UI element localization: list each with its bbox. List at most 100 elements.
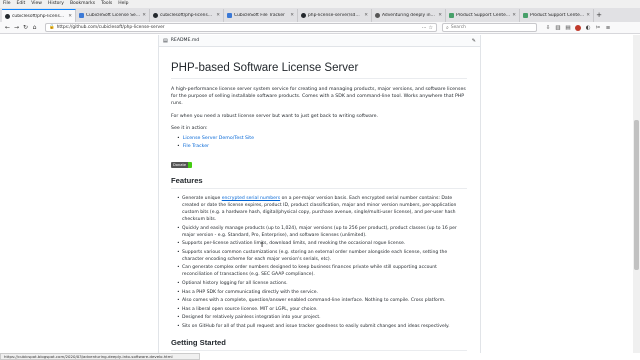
forward-icon[interactable]: → xyxy=(12,24,21,31)
see-it-label: See it in action: xyxy=(171,125,208,131)
feature-item: Has a PHP SDK for communicating directly… xyxy=(177,289,467,296)
demo-links: License Server Demo/Test Site File Track… xyxy=(177,135,467,151)
feature-item: Generate unique encrypted serial numbers… xyxy=(177,195,467,223)
link-demo-site[interactable]: License Server Demo/Test Site xyxy=(177,135,467,143)
downloads-icon[interactable]: ⇩ xyxy=(543,25,553,31)
menu-bar: File Edit View History Bookmarks Tools H… xyxy=(0,0,640,8)
close-icon[interactable]: ✕ xyxy=(586,13,590,18)
page-title: PHP-based Software License Server xyxy=(171,62,467,79)
menu-icon[interactable]: ≡ xyxy=(603,25,613,31)
menu-history[interactable]: History xyxy=(48,0,64,8)
page-viewport: ▤ README.md ✎ PHP-based Software License… xyxy=(0,35,640,353)
search-placeholder: Search xyxy=(450,25,466,30)
readme-box: ▤ README.md ✎ PHP-based Software License… xyxy=(158,35,481,353)
sidebar-icon[interactable]: ▤ xyxy=(563,25,573,31)
intro-paragraph-2: For when you need a robust license serve… xyxy=(171,113,379,119)
feature-item: Supports per-license activation limits, … xyxy=(177,240,467,247)
scrollbar-thumb[interactable] xyxy=(634,120,639,270)
url-text[interactable]: https://github.com/cubiclesoft/php-licen… xyxy=(57,25,420,30)
tab-title: Product Support Center | Cub xyxy=(530,13,584,18)
edit-pencil-icon[interactable]: ✎ xyxy=(472,38,476,44)
url-bar[interactable]: 🔒 https://github.com/cubiclesoft/php-lic… xyxy=(45,23,437,32)
feature-item: Optional history logging for all license… xyxy=(177,280,467,287)
feature-item: Designed for relatively painless integra… xyxy=(177,314,467,321)
menu-file[interactable]: File xyxy=(3,0,11,8)
readme-header: ▤ README.md ✎ xyxy=(159,35,480,47)
search-bar[interactable]: ⌕ Search xyxy=(442,23,537,32)
site-icon xyxy=(79,13,84,18)
support-icon xyxy=(449,13,454,18)
back-icon[interactable]: ← xyxy=(3,24,12,31)
donate-badge-right xyxy=(188,162,193,169)
reader-icon[interactable]: ◐ xyxy=(583,25,593,31)
github-icon xyxy=(153,13,158,18)
feature-item: Also comes with a complete, question/ans… xyxy=(177,297,467,304)
tab-title: cubiclesoft/php-license-server-de xyxy=(160,13,215,18)
bookmark-star-icon[interactable]: ☆ xyxy=(429,25,433,31)
library-icon[interactable]: ▥ xyxy=(553,25,563,31)
tab-file-tracker[interactable]: CubicleSoft File Tracker ✕ xyxy=(224,9,298,22)
features-heading: Features xyxy=(171,176,467,190)
tab-product-support-2[interactable]: Product Support Center | Cub ✕ xyxy=(520,9,594,22)
menu-edit[interactable]: Edit xyxy=(17,0,26,8)
tab-php-license-server[interactable]: cubiclesoft/php-license-ser ✕ xyxy=(2,9,76,22)
menu-bookmarks[interactable]: Bookmarks xyxy=(70,0,95,8)
readme-filename: README.md xyxy=(170,38,200,43)
screenshot-icon[interactable]: ✂ xyxy=(593,25,603,31)
book-icon: ▤ xyxy=(163,37,168,44)
tab-title: php-license-server/sdk_licen xyxy=(308,13,362,18)
tab-product-support-1[interactable]: Product Support Center | Cub ✕ xyxy=(446,9,520,22)
tab-sdk-license[interactable]: php-license-server/sdk_licen ✕ xyxy=(298,9,372,22)
home-icon[interactable]: ⌂ xyxy=(30,24,39,31)
tab-license-server-demo-repo[interactable]: cubiclesoft/php-license-server-de ✕ xyxy=(150,9,224,22)
addon-icon[interactable] xyxy=(575,24,581,31)
tab-title: cubiclesoft/php-license-ser xyxy=(12,13,67,19)
new-tab-button[interactable]: + xyxy=(594,9,604,22)
serial-numbers-link[interactable]: encrypted serial numbers xyxy=(222,196,280,201)
close-icon[interactable]: ✕ xyxy=(438,13,442,18)
site-icon xyxy=(227,13,232,18)
menu-help[interactable]: Help xyxy=(118,0,128,8)
link-file-tracker[interactable]: File Tracker xyxy=(177,143,467,151)
close-icon[interactable]: ✕ xyxy=(68,14,72,19)
readme-content: PHP-based Software License Server A high… xyxy=(171,62,467,353)
close-icon[interactable]: ✕ xyxy=(216,13,220,18)
tab-title: CubicleSoft File Tracker xyxy=(234,13,285,18)
donate-badge-label: Donate xyxy=(171,162,189,169)
page-scrollbar[interactable] xyxy=(633,35,640,353)
reload-icon[interactable]: ↻ xyxy=(21,24,30,31)
intro-paragraph: A high-performance license server system… xyxy=(171,87,466,107)
feature-item: Has a liberal open source license. MIT o… xyxy=(177,306,467,313)
tab-adventuring-blog[interactable]: Adventuring deeply into softw ✕ xyxy=(372,9,446,22)
search-icon: ⌕ xyxy=(446,24,449,31)
feature-item: Can generate complex order numbers desig… xyxy=(177,264,467,278)
tab-license-server-demo[interactable]: CubicleSoft License Server Dem ✕ xyxy=(76,9,150,22)
feature-item: Sits on GitHub for all of that pull requ… xyxy=(177,323,467,330)
support-icon xyxy=(523,13,528,18)
lock-icon: 🔒 xyxy=(49,25,55,30)
donate-badge[interactable]: Donate xyxy=(171,162,193,169)
toolbar-icons: ⇩ ▥ ▤ ◐ ✂ ≡ xyxy=(543,24,613,31)
github-icon xyxy=(5,13,10,19)
nav-bar: ← → ↻ ⌂ 🔒 https://github.com/cubiclesoft… xyxy=(0,22,640,34)
tab-title: Adventuring deeply into softw xyxy=(382,13,436,18)
feature-text: Generate unique xyxy=(182,196,222,202)
features-list: Generate unique encrypted serial numbers… xyxy=(177,195,467,330)
page-actions-icon[interactable]: ··· xyxy=(422,25,427,31)
close-icon[interactable]: ✕ xyxy=(142,13,146,18)
feature-item: Quickly and easily manage products (up t… xyxy=(177,225,467,239)
menu-tools[interactable]: Tools xyxy=(101,0,112,8)
tab-title: CubicleSoft License Server Dem xyxy=(86,13,141,18)
tab-title: Product Support Center | Cub xyxy=(456,13,510,18)
mouse-cursor-icon: I xyxy=(261,241,264,249)
close-icon[interactable]: ✕ xyxy=(364,13,368,18)
feature-item: Supports various common customizations (… xyxy=(177,249,467,263)
close-icon[interactable]: ✕ xyxy=(290,13,294,18)
getting-started-heading: Getting Started xyxy=(171,338,467,351)
blog-icon xyxy=(375,13,380,18)
tab-strip: cubiclesoft/php-license-ser ✕ CubicleSof… xyxy=(0,8,640,22)
status-bar: https://cubicspot.blogspot.com/2020/03/a… xyxy=(0,353,200,360)
github-icon xyxy=(301,13,306,18)
close-icon[interactable]: ✕ xyxy=(512,13,516,18)
menu-view[interactable]: View xyxy=(31,0,42,8)
